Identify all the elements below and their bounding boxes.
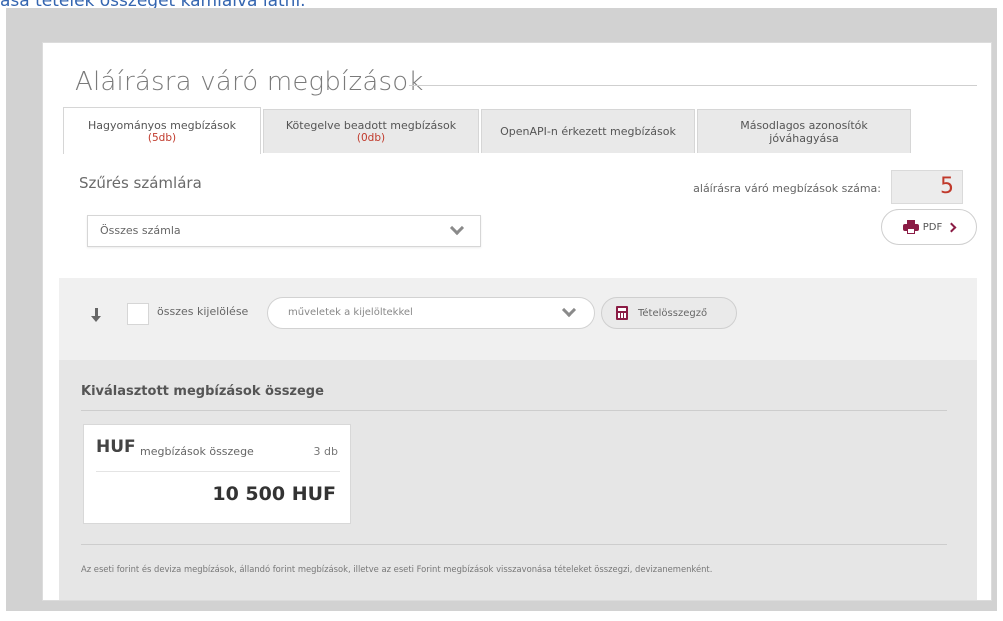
page-title: Aláírásra váró megbízások (75, 67, 424, 97)
item-summary-label: Tételösszegző (638, 307, 708, 319)
footnote: Az eseti forint és deviza megbízások, ál… (81, 564, 713, 574)
currency-total: 10 500 HUF (212, 483, 336, 505)
account-select-value: Összes számla (100, 224, 181, 237)
title-divider (409, 85, 977, 86)
chevron-down-icon (449, 220, 465, 236)
currency-sum-label: megbízások összege (140, 445, 254, 458)
tab-label: OpenAPI-n érkezett megbízások (500, 125, 676, 138)
tab-openapi-orders[interactable]: OpenAPI-n érkezett megbízások (481, 109, 695, 153)
item-summary-button[interactable]: Tételösszegző (601, 297, 737, 329)
bulk-actions-select[interactable]: műveletek a kijelöltekkel (267, 297, 595, 329)
summary-divider (81, 410, 947, 411)
account-select[interactable]: Összes számla (87, 215, 481, 247)
footnote-divider (81, 544, 947, 545)
pdf-label: PDF (922, 221, 943, 233)
chevron-down-icon (561, 302, 577, 318)
select-all-checkbox[interactable] (127, 303, 149, 325)
filter-section: Szűrés számlára aláírásra váró megbízáso… (59, 154, 977, 278)
summary-title: Kiválasztott megbízások összege (81, 384, 324, 399)
select-all-label: összes kijelölése (157, 305, 249, 318)
tab-label: Kötegelve beadott megbízások (285, 118, 457, 132)
currency-code: HUF (96, 437, 136, 457)
screenshot-frame: Aláírásra váró megbízások Hagyományos me… (6, 8, 997, 611)
tab-secondary-id-approval[interactable]: Másodlagos azonosítók jóváhagyása (697, 109, 911, 153)
filter-title: Szűrés számlára (79, 174, 202, 192)
main-panel: Aláírásra váró megbízások Hagyományos me… (42, 42, 992, 601)
chevron-right-icon (946, 222, 957, 232)
selected-orders-summary: Kiválasztott megbízások összege HUF megb… (59, 360, 977, 600)
actions-bar: összes kijelölése műveletek a kijelöltek… (59, 278, 977, 360)
tab-label: Másodlagos azonosítók jóváhagyása (740, 118, 868, 145)
printer-icon (902, 220, 919, 234)
card-divider (96, 471, 340, 472)
currency-item-count: 3 db (313, 445, 338, 458)
arrow-down-icon (91, 308, 103, 322)
pending-count-label: aláírásra váró megbízások száma: (693, 182, 881, 195)
currency-sum-card: HUF megbízások összege 3 db 10 500 HUF (83, 424, 351, 524)
pending-count-value: 5 (891, 170, 963, 204)
pdf-button[interactable]: PDF (881, 209, 977, 245)
tab-label: Hagyományos megbízások (88, 118, 236, 132)
bulk-actions-placeholder: műveletek a kijelöltekkel (288, 307, 413, 318)
tab-count: (5db) (147, 131, 177, 144)
tab-traditional-orders[interactable]: Hagyományos megbízások (5db) (63, 107, 261, 155)
tab-batched-orders[interactable]: Kötegelve beadott megbízások (0db) (263, 109, 479, 153)
tab-count: (0db) (356, 131, 386, 144)
calculator-icon (616, 306, 628, 320)
